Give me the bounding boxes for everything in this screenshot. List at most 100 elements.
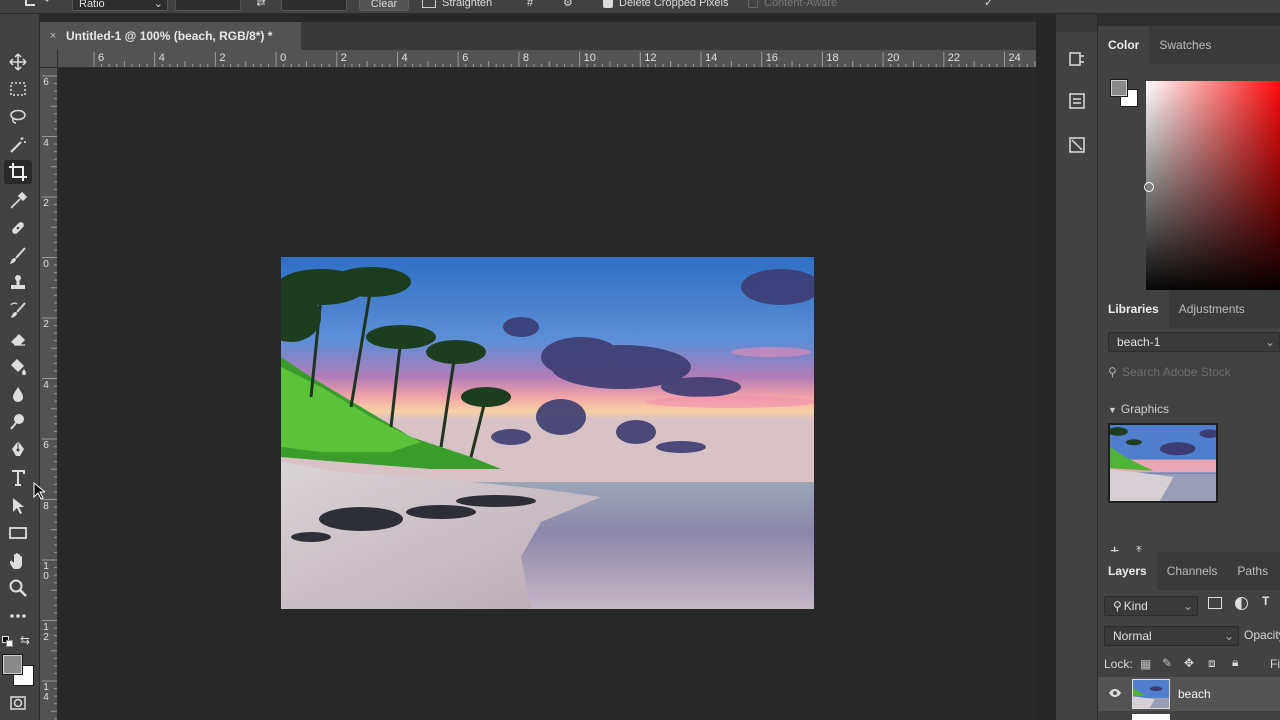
lock-transparent-icon[interactable]: ▦ xyxy=(1140,657,1151,671)
properties-panel-icon[interactable] xyxy=(1064,88,1090,114)
chevron-down-icon: ⌄ xyxy=(1264,335,1275,349)
lasso-icon[interactable] xyxy=(4,105,32,129)
lock-pixels-icon[interactable]: ✎ xyxy=(1162,656,1172,670)
swap-colors-icon[interactable]: ⇆ xyxy=(20,633,30,647)
ruler-left-label: 12 xyxy=(43,621,49,643)
tools-panel: ⇆ xyxy=(0,14,40,720)
filter-type-icon[interactable]: T xyxy=(1262,594,1269,608)
tab-adjustments[interactable]: Adjustments xyxy=(1169,290,1255,328)
color-panel-foreground-swatch[interactable] xyxy=(1110,79,1128,97)
color-picker-ring[interactable] xyxy=(1144,182,1154,192)
document-tab[interactable]: × Untitled-1 @ 100% (beach, RGB/8*) * xyxy=(40,22,302,50)
rectangle-icon[interactable] xyxy=(4,521,32,545)
straighten-icon xyxy=(422,0,436,9)
ruler-top-label: 4 xyxy=(158,52,165,64)
healing-brush-icon[interactable] xyxy=(4,216,32,240)
foreground-background-colors[interactable] xyxy=(2,654,34,686)
foreground-color-swatch[interactable] xyxy=(2,654,23,675)
blend-mode-select[interactable]: Normal ⌄ xyxy=(1104,626,1239,646)
ruler-left-label: 2 xyxy=(43,319,49,330)
ratio-height-input[interactable] xyxy=(281,0,347,11)
brush-icon[interactable] xyxy=(4,244,32,268)
eyedropper-icon[interactable] xyxy=(4,189,32,213)
graphics-section-title: Graphics xyxy=(1120,402,1169,416)
filter-image-icon[interactable] xyxy=(1208,597,1222,609)
mouse-cursor-icon xyxy=(33,482,45,500)
ruler-top-label: 14 xyxy=(705,52,718,64)
zoom-icon[interactable] xyxy=(4,576,32,600)
stock-search-input[interactable]: ⚲ Search Adobe Stock xyxy=(1098,361,1280,383)
default-colors-icon[interactable] xyxy=(2,636,14,648)
clear-button[interactable]: Clear xyxy=(359,0,409,11)
character-panel-icon[interactable] xyxy=(1064,132,1090,158)
ratio-dropdown[interactable]: Ratio ⌄ xyxy=(72,0,168,11)
crop-icon[interactable] xyxy=(4,160,32,184)
eraser-icon[interactable] xyxy=(4,327,32,351)
filter-adjustment-icon[interactable] xyxy=(1235,597,1248,610)
blur-drop-icon[interactable] xyxy=(4,382,32,406)
layers-panel-tabs: Layers Channels Paths xyxy=(1098,552,1280,590)
ruler-top-label: 24 xyxy=(1008,52,1021,64)
options-bar: Ratio ⌄ ⇄ Clear Straighten # ⚙ Delete Cr… xyxy=(0,0,1280,14)
clone-stamp-icon[interactable] xyxy=(4,271,32,295)
type-icon[interactable] xyxy=(4,466,32,490)
overlay-grid-icon[interactable]: # xyxy=(527,0,549,11)
vertical-ruler[interactable]: 6 4 2 0 2 4 6 8 10 12 14 xyxy=(40,68,58,720)
dodge-icon[interactable] xyxy=(4,410,32,434)
path-selection-icon[interactable] xyxy=(4,494,32,518)
ruler-left-label: 14 xyxy=(43,682,49,703)
swap-arrows-icon[interactable]: ⇄ xyxy=(251,0,271,11)
tab-channels[interactable]: Channels xyxy=(1157,552,1228,590)
toolbar-collapse-handle[interactable] xyxy=(8,18,32,20)
layer-name: beach xyxy=(1178,687,1211,701)
hand-icon[interactable] xyxy=(4,549,32,573)
pen-icon[interactable] xyxy=(4,437,32,461)
library-graphic-thumbnail[interactable] xyxy=(1108,423,1218,503)
tab-paths[interactable]: Paths xyxy=(1227,552,1278,590)
gear-icon[interactable]: ⚙ xyxy=(563,0,585,11)
lock-position-icon[interactable]: ✥ xyxy=(1184,656,1194,670)
tab-libraries[interactable]: Libraries xyxy=(1098,290,1169,328)
straighten-button[interactable]: Straighten xyxy=(422,0,512,11)
dock-collapse-bar[interactable] xyxy=(1056,14,1097,32)
tab-layers[interactable]: Layers xyxy=(1098,552,1157,590)
commit-check-icon[interactable]: ✓ xyxy=(984,0,1004,11)
color-saturation-field[interactable] xyxy=(1146,81,1280,296)
library-name: beach-1 xyxy=(1117,335,1161,349)
ruler-left-label: 6 xyxy=(43,77,49,88)
next-layer-partial[interactable] xyxy=(1132,714,1170,720)
lock-all-icon[interactable]: 🔒︎ xyxy=(1232,655,1238,670)
layer-row-beach[interactable]: beach xyxy=(1098,677,1280,711)
more-tools-icon[interactable] xyxy=(4,604,32,628)
delete-cropped-checkbox[interactable]: Delete Cropped Pixels xyxy=(603,0,753,11)
lock-artboard-icon[interactable]: ⧈ xyxy=(1208,656,1216,671)
beach-image-canvas[interactable] xyxy=(281,257,814,609)
layer-filter-select[interactable]: ⚲ Kind ⌄ xyxy=(1104,596,1198,616)
history-brush-icon[interactable] xyxy=(4,299,32,323)
crop-preset-icon[interactable] xyxy=(22,0,54,12)
tab-swatches[interactable]: Swatches xyxy=(1149,26,1221,64)
chevron-down-icon: ⌄ xyxy=(1182,599,1193,613)
checkbox-unchecked-icon xyxy=(748,0,758,9)
paint-bucket-icon[interactable] xyxy=(4,354,32,378)
ruler-left-label: 2 xyxy=(43,198,49,209)
eye-icon[interactable] xyxy=(1108,686,1122,700)
ruler-origin[interactable] xyxy=(40,50,58,68)
ratio-width-input[interactable] xyxy=(175,0,241,11)
content-aware-checkbox[interactable]: Content-Aware xyxy=(748,0,858,11)
ruler-top-label: 10 xyxy=(583,52,596,64)
close-document-icon[interactable]: × xyxy=(40,30,66,42)
rectangular-marquee-icon[interactable] xyxy=(4,77,32,101)
ratio-label: Ratio xyxy=(79,0,105,10)
ruler-top-label: 0 xyxy=(280,52,287,64)
tab-color[interactable]: Color xyxy=(1098,26,1150,64)
graphics-section-toggle[interactable]: ▼ Graphics xyxy=(1108,402,1169,416)
quick-mask-icon[interactable] xyxy=(4,691,32,715)
library-select[interactable]: beach-1 ⌄ xyxy=(1108,332,1280,352)
blend-mode-label: Normal xyxy=(1113,629,1152,643)
move-tool-icon[interactable] xyxy=(4,50,32,74)
horizontal-ruler[interactable]: 6 4 2 0 2 4 6 8 10 12 14 16 18 20 22 24 xyxy=(40,50,1036,68)
history-panel-icon[interactable] xyxy=(1064,46,1090,72)
layers-panel: Layers Channels Paths ⚲ Kind ⌄ T Normal ⌄… xyxy=(1098,552,1280,720)
magic-wand-icon[interactable] xyxy=(4,133,32,157)
